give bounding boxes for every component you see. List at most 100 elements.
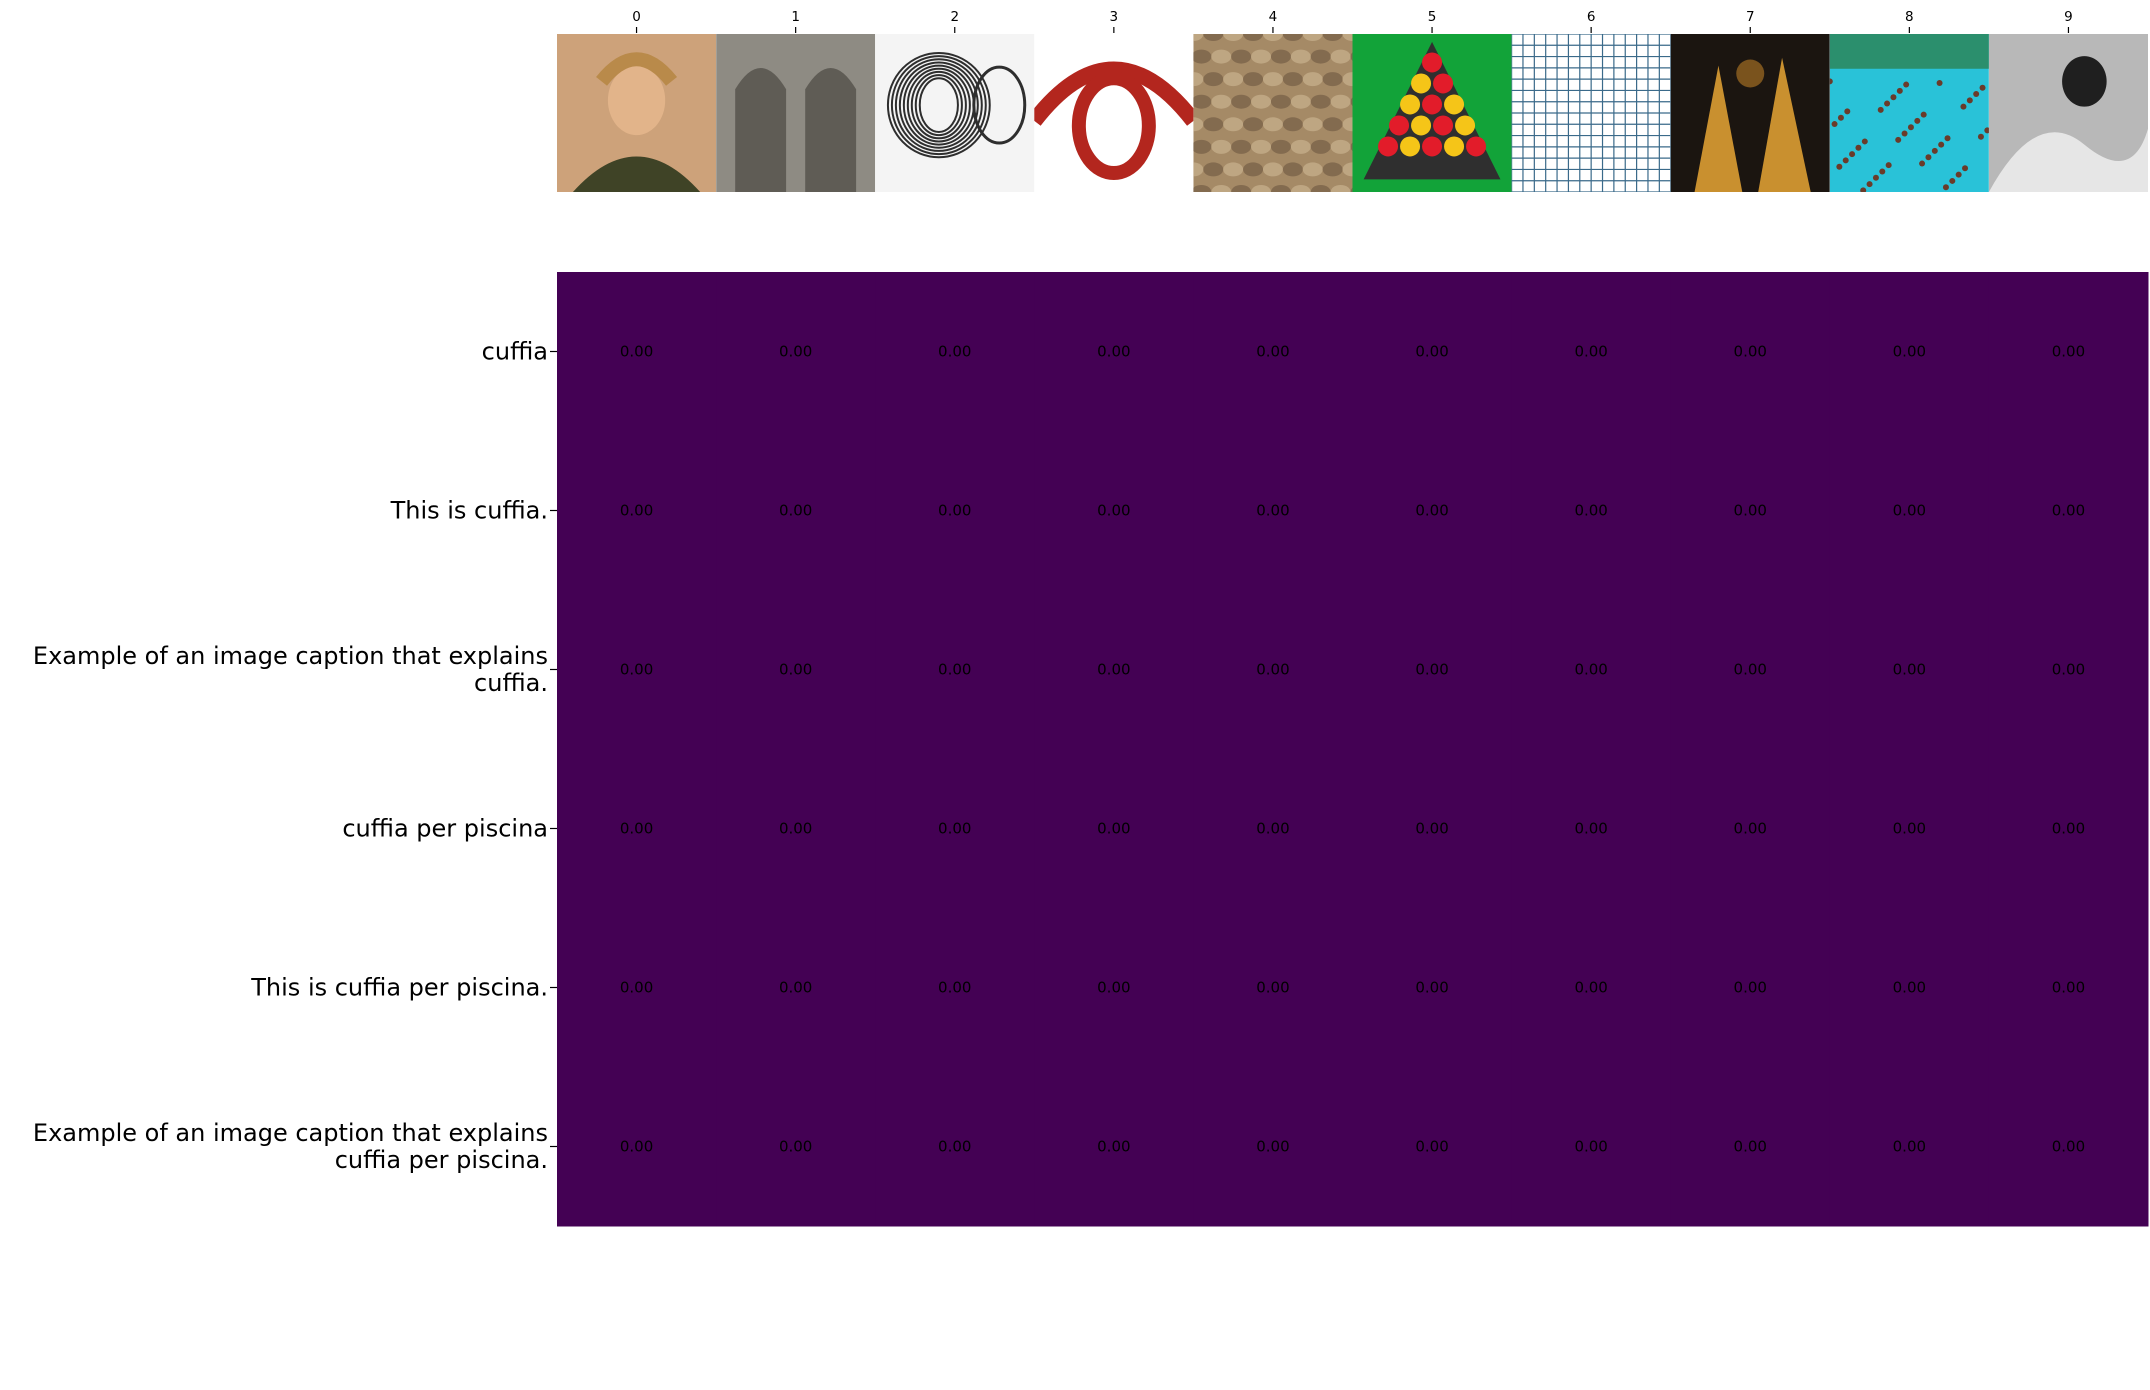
cell-value-label: 0.00: [2052, 661, 2085, 679]
cell-value-label: 0.00: [938, 343, 971, 361]
x-tick-label: 8: [1905, 9, 1914, 25]
y-tick-label-line: cuffia.: [474, 669, 548, 697]
cell-value-label: 0.00: [938, 1138, 971, 1156]
cell-value-label: 0.00: [938, 502, 971, 520]
cell-value-label: 0.00: [779, 820, 812, 838]
cell-value-label: 0.00: [1097, 343, 1130, 361]
cell-value-label: 0.00: [1574, 979, 1607, 997]
cell-value-label: 0.00: [620, 343, 653, 361]
x-tick-labels: 0 1 2 3 4 5 6 7 8 9: [632, 9, 2073, 33]
y-tick-label-line: This is cuffia.: [390, 497, 548, 525]
y-tick-label: This is cuffia.: [390, 497, 548, 525]
heatmap-svg: 0 1 2 3 4 5 6 7 8 9 0.00 0.00 0.00 0.00 0.00 0.00 0.00 0.…: [33, 9, 2149, 1227]
cell-value-label: 0.00: [779, 1138, 812, 1156]
cell-value-label: 0.00: [1734, 343, 1767, 361]
cell-value-label: 0.00: [620, 979, 653, 997]
cell-value-label: 0.00: [1097, 1138, 1130, 1156]
x-tick-label: 4: [1269, 9, 1278, 25]
cell-value-label: 0.00: [779, 661, 812, 679]
cell-value-label: 0.00: [1256, 502, 1289, 520]
cell-value-label: 0.00: [1415, 820, 1448, 838]
cell-value-label: 0.00: [779, 979, 812, 997]
cell-value-label: 0.00: [1097, 979, 1130, 997]
heatmap-figure: 0 1 2 3 4 5 6 7 8 9 0.00 0.00 0.00 0.00 0.00 0.00 0.00 0.…: [0, 0, 2150, 1390]
cell-value-label: 0.00: [1734, 820, 1767, 838]
y-tick-label-line: cuffia per piscina.: [335, 1146, 548, 1174]
thumbnail-3: [1034, 34, 1194, 192]
cell-value-label: 0.00: [938, 661, 971, 679]
cell-value-label: 0.00: [1256, 1138, 1289, 1156]
thumbnail-5: [1352, 34, 1512, 192]
y-tick-label: Example of an image caption that explain…: [33, 1119, 548, 1174]
cell-value-label: 0.00: [2052, 343, 2085, 361]
cell-value-label: 0.00: [1415, 1138, 1448, 1156]
cell-value-label: 0.00: [1574, 343, 1607, 361]
x-tick-label: 6: [1587, 9, 1596, 25]
cell-value-label: 0.00: [938, 820, 971, 838]
cell-value-label: 0.00: [2052, 502, 2085, 520]
cell-value-label: 0.00: [1734, 661, 1767, 679]
cell-value-label: 0.00: [1097, 502, 1130, 520]
cell-value-label: 0.00: [1893, 979, 1926, 997]
cell-value-label: 0.00: [1734, 979, 1767, 997]
y-tick-label-line: cuffia per piscina: [342, 815, 548, 843]
image-strip: [557, 34, 2148, 192]
cell-value-label: 0.00: [1893, 343, 1926, 361]
y-tick-label: cuffia: [482, 338, 548, 366]
cell-value-label: 0.00: [1893, 820, 1926, 838]
cell-value-label: 0.00: [1574, 502, 1607, 520]
cell-value-label: 0.00: [938, 979, 971, 997]
cell-value-label: 0.00: [1893, 661, 1926, 679]
cell-value-label: 0.00: [1734, 1138, 1767, 1156]
cell-value-label: 0.00: [2052, 820, 2085, 838]
x-tick-label: 0: [632, 9, 641, 25]
y-tick-label-line: This is cuffia per piscina.: [250, 974, 548, 1002]
y-tick-labels: cuffia This is cuffia. Example of an image…: [33, 338, 557, 1174]
x-tick-label: 9: [2064, 9, 2073, 25]
cell-value-label: 0.00: [1893, 502, 1926, 520]
cell-value-label: 0.00: [620, 661, 653, 679]
thumbnail-9: [1988, 34, 2148, 192]
x-tick-label: 2: [950, 9, 959, 25]
y-tick-label: Example of an image caption that explain…: [33, 642, 548, 697]
y-tick-label: cuffia per piscina: [342, 815, 548, 843]
thumbnail-0: [557, 34, 717, 192]
cell-value-label: 0.00: [779, 502, 812, 520]
cell-value-label: 0.00: [1415, 343, 1448, 361]
heatmap-cells: [557, 272, 2149, 1227]
x-tick-label: 3: [1110, 9, 1119, 25]
y-tick-label: This is cuffia per piscina.: [250, 974, 548, 1002]
cell-value-label: 0.00: [1415, 979, 1448, 997]
cell-value-label: 0.00: [1574, 661, 1607, 679]
cell-value-label: 0.00: [1256, 979, 1289, 997]
cell-value-label: 0.00: [1574, 820, 1607, 838]
cell-value-label: 0.00: [1097, 820, 1130, 838]
cell-value-label: 0.00: [1256, 343, 1289, 361]
y-tick-label-line: Example of an image caption that explain…: [33, 642, 548, 670]
thumbnail-2: [875, 34, 1035, 192]
x-tick-label: 7: [1746, 9, 1755, 25]
cell-value-label: 0.00: [2052, 979, 2085, 997]
y-tick-label-line: cuffia: [482, 338, 548, 366]
y-tick-label-line: Example of an image caption that explain…: [33, 1119, 548, 1147]
cell-value-label: 0.00: [620, 502, 653, 520]
cell-value-label: 0.00: [620, 1138, 653, 1156]
cell-value-label: 0.00: [2052, 1138, 2085, 1156]
thumbnail-6: [1511, 34, 1671, 192]
cell-value-label: 0.00: [1415, 502, 1448, 520]
cell-value-label: 0.00: [779, 343, 812, 361]
cell-value-label: 0.00: [620, 820, 653, 838]
cell-value-label: 0.00: [1415, 661, 1448, 679]
cell-value-label: 0.00: [1256, 820, 1289, 838]
thumbnail-8: [1829, 34, 1989, 192]
thumbnail-1: [716, 34, 876, 192]
cell-value-label: 0.00: [1893, 1138, 1926, 1156]
x-tick-label: 5: [1428, 9, 1437, 25]
cell-value-label: 0.00: [1097, 661, 1130, 679]
thumbnail-4: [1193, 34, 1353, 192]
thumbnail-7: [1670, 34, 1830, 192]
x-tick-label: 1: [791, 9, 800, 25]
cell-value-label: 0.00: [1256, 661, 1289, 679]
cell-value-label: 0.00: [1734, 502, 1767, 520]
cell-value-label: 0.00: [1574, 1138, 1607, 1156]
